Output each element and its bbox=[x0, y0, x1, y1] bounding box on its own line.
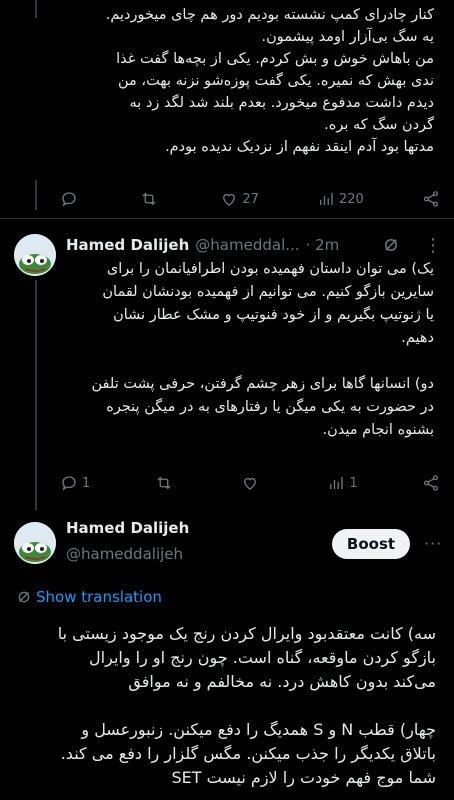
like-button[interactable] bbox=[241, 474, 263, 492]
heart-icon bbox=[244, 477, 256, 490]
user-handle[interactable]: @hameddalijeh bbox=[66, 545, 183, 563]
reply-button[interactable]: 1 bbox=[60, 474, 90, 492]
thread-line bbox=[35, 280, 37, 510]
more-options-icon[interactable]: ··· bbox=[424, 534, 442, 553]
pepe-avatar-icon bbox=[14, 522, 56, 564]
views-button[interactable]: 1 bbox=[327, 474, 358, 492]
slash-circle-icon[interactable] bbox=[382, 236, 400, 254]
display-name[interactable]: Hamed Dalijeh bbox=[66, 236, 189, 254]
retweet-button[interactable] bbox=[155, 474, 177, 492]
heart-icon bbox=[223, 193, 236, 206]
slash-circle-icon bbox=[18, 591, 30, 603]
share-button[interactable] bbox=[422, 190, 440, 208]
retweet-icon bbox=[142, 192, 156, 206]
tweet1-actions: 27 220 bbox=[60, 188, 440, 210]
timestamp[interactable]: · 2m bbox=[306, 236, 340, 254]
user-handle[interactable]: @hameddal... bbox=[195, 236, 299, 254]
tweet2-text: یک) می توان داستان فهمیده بودن اطرافیانم… bbox=[91, 261, 434, 438]
share-button[interactable] bbox=[422, 474, 440, 492]
reply-icon bbox=[62, 192, 76, 207]
reply-icon bbox=[62, 476, 76, 491]
tweet1-text: کنار چادرای کمپ نشسته بودیم دور هم چای م… bbox=[105, 7, 434, 155]
avatar[interactable] bbox=[14, 522, 56, 564]
tweet3-text: سه) کانت معتقدبود وایرال کردن رنج یک موج… bbox=[57, 624, 436, 787]
divider bbox=[0, 218, 454, 219]
avatar[interactable] bbox=[14, 234, 56, 276]
thread-line bbox=[35, 180, 37, 210]
like-button[interactable]: 27 bbox=[220, 190, 259, 208]
more-options-icon[interactable]: ⋮ bbox=[424, 235, 442, 256]
tweet2-header: Hamed Dalijeh @hameddal... · 2m ⋮ bbox=[66, 234, 442, 256]
views-button[interactable]: 220 bbox=[317, 190, 364, 208]
share-icon bbox=[423, 475, 439, 491]
bar-chart-icon bbox=[330, 477, 344, 489]
share-icon bbox=[423, 191, 439, 207]
retweet-icon bbox=[157, 476, 171, 490]
pepe-avatar-icon bbox=[14, 234, 56, 276]
retweet-button[interactable] bbox=[140, 190, 162, 208]
reply-button[interactable] bbox=[60, 190, 82, 208]
tweet2-actions: 1 1 bbox=[60, 472, 440, 494]
display-name[interactable]: Hamed Dalijeh bbox=[66, 519, 189, 537]
show-translation-link[interactable]: Show translation bbox=[16, 588, 162, 606]
boost-button[interactable]: Boost bbox=[332, 529, 410, 559]
bar-chart-icon bbox=[320, 193, 333, 205]
